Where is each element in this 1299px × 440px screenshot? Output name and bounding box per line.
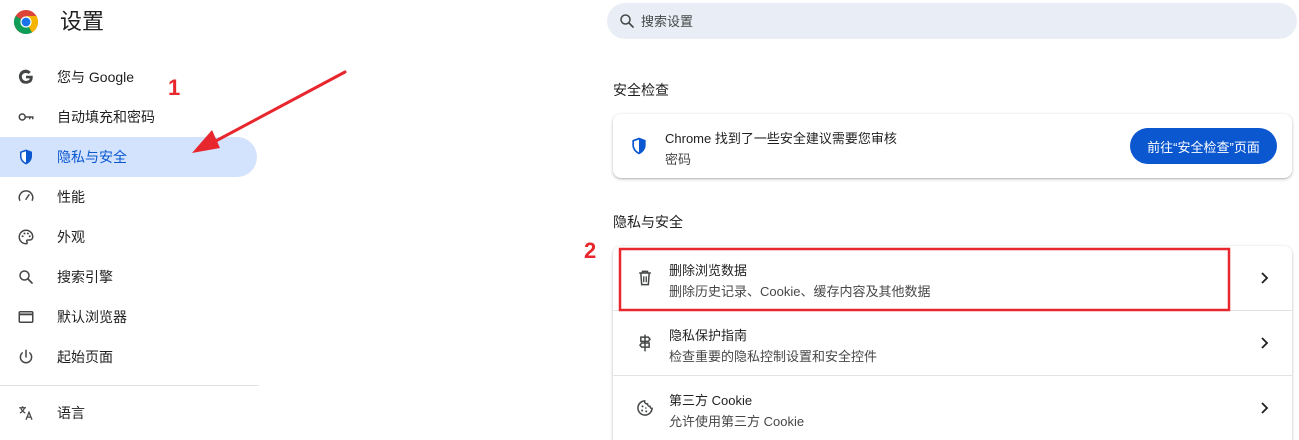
shield-icon (632, 137, 646, 155)
sidebar-item-label: 搜索引擎 (57, 269, 113, 285)
palette-icon (18, 229, 34, 245)
translate-icon (19, 406, 33, 420)
shield-icon (20, 149, 32, 165)
sidebar-item-label: 语言 (57, 405, 85, 421)
row-title: 隐私保护指南 (669, 328, 748, 343)
row-title: 删除浏览数据 (669, 263, 748, 278)
sidebar-item-search-engine[interactable]: 搜索引擎 (0, 257, 257, 297)
row-clear-browsing-data[interactable]: 删除浏览数据 删除历史记录、Cookie、缓存内容及其他数据 (613, 246, 1292, 310)
row-privacy-guide[interactable]: 隐私保护指南 检查重要的隐私控制设置和安全控件 (613, 311, 1292, 375)
sidebar-item-default-browser[interactable]: 默认浏览器 (0, 297, 257, 337)
sidebar-item-label: 性能 (57, 189, 85, 205)
sidebar-item-label: 默认浏览器 (57, 309, 127, 325)
browser-window-icon (18, 311, 34, 323)
section-title-privacy-security: 隐私与安全 (613, 214, 683, 230)
sidebar-item-appearance[interactable]: 外观 (0, 217, 257, 257)
search-icon (620, 14, 634, 28)
trash-icon (639, 270, 651, 286)
row-subtitle: 检查重要的隐私控制设置和安全控件 (669, 349, 878, 364)
row-subtitle: 允许使用第三方 Cookie (669, 414, 805, 429)
sidebar-item-on-startup[interactable]: 起始页面 (0, 337, 257, 377)
sidebar-item-label: 起始页面 (57, 349, 113, 365)
sidebar-item-label: 自动填充和密码 (57, 109, 155, 125)
search-icon (19, 270, 33, 284)
annotation-step-2: 2 (584, 238, 597, 263)
chevron-right-icon (1261, 337, 1269, 349)
speedometer-icon (18, 190, 34, 202)
signpost-icon (639, 334, 651, 352)
sidebar-item-you-and-google[interactable]: 您与 Google (0, 57, 257, 97)
chrome-logo-icon (13, 10, 39, 35)
key-icon (18, 113, 34, 121)
go-to-safety-check-button[interactable]: 前往“安全检查”页面 (1130, 128, 1277, 164)
safety-check-subtitle: 密码 (665, 152, 692, 167)
row-third-party-cookies[interactable]: 第三方 Cookie 允许使用第三方 Cookie (613, 376, 1292, 440)
google-g-icon (18, 69, 33, 84)
sidebar-item-autofill[interactable]: 自动填充和密码 (0, 97, 257, 137)
privacy-card: 删除浏览数据 删除历史记录、Cookie、缓存内容及其他数据 隐私保护指南 检查… (613, 246, 1292, 440)
sidebar-item-performance[interactable]: 性能 (0, 177, 257, 217)
row-title: 第三方 Cookie (669, 393, 753, 408)
safety-check-title: Chrome 找到了一些安全建议需要您审核 (665, 131, 897, 146)
sidebar-item-label: 外观 (57, 229, 85, 245)
chevron-right-icon (1261, 272, 1269, 284)
sidebar-item-languages[interactable]: 语言 (0, 393, 257, 433)
sidebar-divider (0, 385, 259, 386)
row-subtitle: 删除历史记录、Cookie、缓存内容及其他数据 (669, 284, 931, 299)
sidebar-item-label: 隐私与安全 (57, 149, 127, 165)
power-icon (19, 349, 33, 364)
sidebar-item-label: 您与 Google (57, 69, 135, 85)
page-title: 设置 (60, 9, 105, 34)
sidebar-item-privacy-security[interactable]: 隐私与安全 (0, 137, 257, 177)
search-input[interactable] (641, 3, 1241, 39)
chevron-right-icon (1261, 402, 1269, 414)
cookie-icon (637, 400, 653, 416)
section-title-safety-check: 安全检查 (613, 82, 669, 98)
annotation-step-1: 1 (168, 75, 181, 100)
search-bar[interactable] (607, 3, 1297, 39)
